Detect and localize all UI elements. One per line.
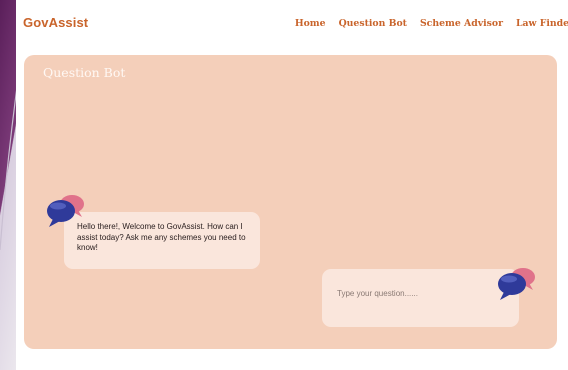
chat-title: Question Bot <box>43 65 126 80</box>
question-input[interactable] <box>337 289 487 298</box>
chat-panel: Question Bot Hello there!, Welcome to Go… <box>24 55 557 349</box>
app-page: GovAssist Home Question Bot Scheme Advis… <box>16 0 568 370</box>
nav-links: Home Question Bot Scheme Advisor Law Fin… <box>295 18 568 29</box>
navbar: GovAssist Home Question Bot Scheme Advis… <box>16 0 568 44</box>
bot-message-text: Hello there!, Welcome to GovAssist. How … <box>77 222 246 252</box>
chat-bubbles-icon <box>47 195 84 227</box>
nav-link-question-bot[interactable]: Question Bot <box>339 18 407 29</box>
nav-link-scheme-advisor[interactable]: Scheme Advisor <box>420 18 503 29</box>
brand-logo[interactable]: GovAssist <box>23 15 88 30</box>
bot-message-bubble: Hello there!, Welcome to GovAssist. How … <box>64 212 260 269</box>
chat-bubbles-icon[interactable] <box>496 265 538 301</box>
nav-link-home[interactable]: Home <box>295 18 326 29</box>
question-input-box[interactable] <box>322 269 519 327</box>
nav-link-law-finder[interactable]: Law Finder <box>516 18 568 29</box>
